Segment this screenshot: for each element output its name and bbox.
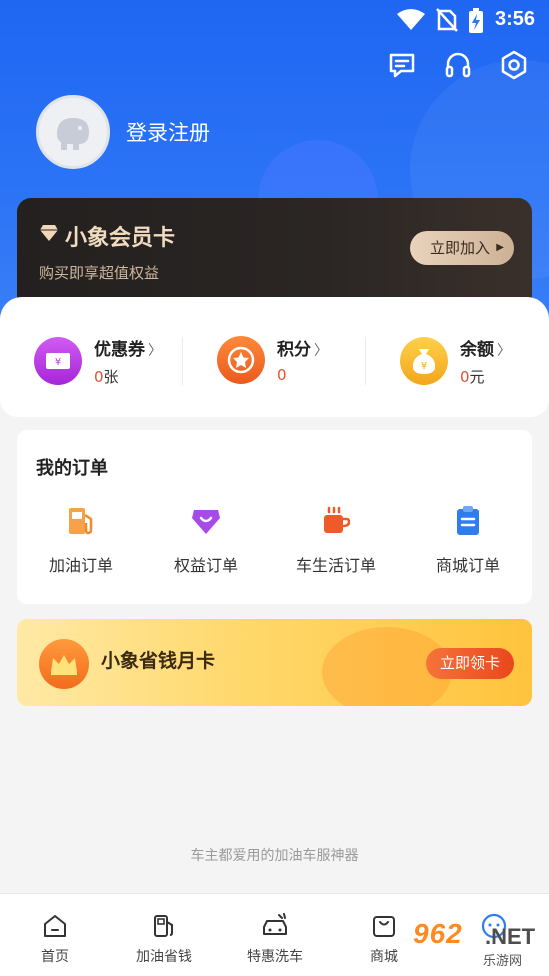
- my-orders-card: 我的订单 加油订单 权益订单 车生活订单 商城订单: [17, 430, 532, 604]
- saving-month-card-banner[interactable]: 小象省钱月卡 立即领卡: [17, 619, 532, 706]
- order-fuel[interactable]: 加油订单: [17, 504, 145, 576]
- login-register-link[interactable]: 登录注册: [126, 117, 210, 147]
- orders-title: 我的订单: [36, 458, 108, 479]
- order-car-life[interactable]: 车生活订单: [272, 504, 400, 576]
- coupon-entry[interactable]: ¥ 优惠券〉 0张: [34, 335, 162, 387]
- month-card-title: 小象省钱月卡: [101, 650, 216, 672]
- clock: 3:56: [494, 8, 535, 30]
- money-bag-icon: ¥: [400, 337, 448, 385]
- vip-member-card[interactable]: 小象会员卡 购买即享超值权益 立即加入 ▶: [17, 198, 532, 308]
- car-wash-icon: [263, 913, 287, 935]
- chevron-right-icon: 〉: [497, 343, 511, 359]
- play-arrow-icon: ▶: [496, 242, 504, 253]
- join-vip-button[interactable]: 立即加入 ▶: [409, 231, 514, 265]
- order-benefit-label: 权益订单: [173, 556, 238, 575]
- shopping-bag-icon: [373, 916, 395, 937]
- settings-icon[interactable]: [499, 50, 529, 80]
- svg-text:¥: ¥: [421, 361, 427, 372]
- chevron-right-icon: 〉: [314, 343, 328, 359]
- message-icon[interactable]: [387, 50, 417, 80]
- avatar[interactable]: [36, 95, 110, 169]
- coupon-count: 0: [94, 368, 104, 386]
- balance-amount: 0: [460, 368, 470, 386]
- chevron-right-icon: 〉: [148, 343, 162, 359]
- watermark-number: 962: [413, 918, 463, 949]
- battery-charging-icon: [469, 8, 483, 33]
- home-icon: [44, 915, 66, 937]
- vip-card-title: 小象会员卡: [65, 226, 176, 251]
- join-vip-label: 立即加入: [429, 239, 490, 257]
- site-watermark: 962 .NET 乐游网: [413, 918, 543, 970]
- svg-text:¥: ¥: [55, 357, 61, 368]
- watermark-net: .NET: [485, 924, 536, 949]
- elephant-avatar-icon: [57, 118, 89, 150]
- watermark-site-name: 乐游网: [483, 950, 523, 969]
- divider: [365, 337, 366, 385]
- clipboard-icon: [457, 506, 479, 535]
- fuel-pump-icon: [69, 508, 93, 535]
- vip-card-subtitle: 购买即享超值权益: [39, 264, 160, 282]
- status-bar: 3:56: [0, 0, 549, 40]
- diamond-icon: [40, 225, 58, 241]
- tab-fuel-saving-label: 加油省钱: [136, 949, 192, 965]
- points-star-icon: [217, 335, 265, 384]
- crown-icon: [39, 639, 89, 689]
- coupon-icon: ¥: [34, 337, 82, 385]
- slogan-text: 车主都爱用的加油车服神器: [190, 848, 359, 864]
- order-benefit[interactable]: 权益订单: [142, 504, 270, 576]
- balance-entry[interactable]: ¥ 余额〉 0元: [400, 335, 511, 387]
- order-mall[interactable]: 商城订单: [404, 504, 532, 576]
- headset-icon[interactable]: [443, 50, 473, 80]
- benefit-bag-icon: [192, 510, 220, 534]
- coupon-label: 优惠券: [94, 340, 145, 360]
- divider: [182, 337, 183, 385]
- order-mall-label: 商城订单: [435, 556, 500, 575]
- order-fuel-label: 加油订单: [48, 556, 113, 575]
- wifi-icon: [397, 9, 425, 30]
- balance-label: 余额: [460, 340, 494, 360]
- claim-card-button[interactable]: 立即领卡: [425, 648, 514, 679]
- profile-login-area[interactable]: 登录注册: [36, 95, 210, 169]
- assets-panel: ¥ 优惠券〉 0张 积分〉 0 ¥ 余额〉 0元: [0, 297, 549, 417]
- header-actions: [387, 50, 529, 80]
- tab-car-wash[interactable]: 特惠洗车: [225, 912, 325, 966]
- no-signal-icon: [436, 8, 458, 32]
- balance-unit: 元: [469, 368, 485, 386]
- coupon-unit: 张: [103, 368, 119, 386]
- coffee-cup-icon: [324, 506, 351, 533]
- points-count: 0: [277, 366, 287, 384]
- order-car-life-label: 车生活订单: [295, 556, 376, 575]
- tab-car-wash-label: 特惠洗车: [247, 949, 303, 965]
- tab-home-label: 首页: [41, 949, 69, 965]
- tab-fuel-saving[interactable]: 加油省钱: [114, 912, 214, 966]
- tab-home[interactable]: 首页: [5, 912, 105, 966]
- points-entry[interactable]: 积分〉 0: [217, 335, 328, 384]
- fuel-station-icon: [154, 915, 173, 937]
- points-label: 积分: [277, 340, 311, 360]
